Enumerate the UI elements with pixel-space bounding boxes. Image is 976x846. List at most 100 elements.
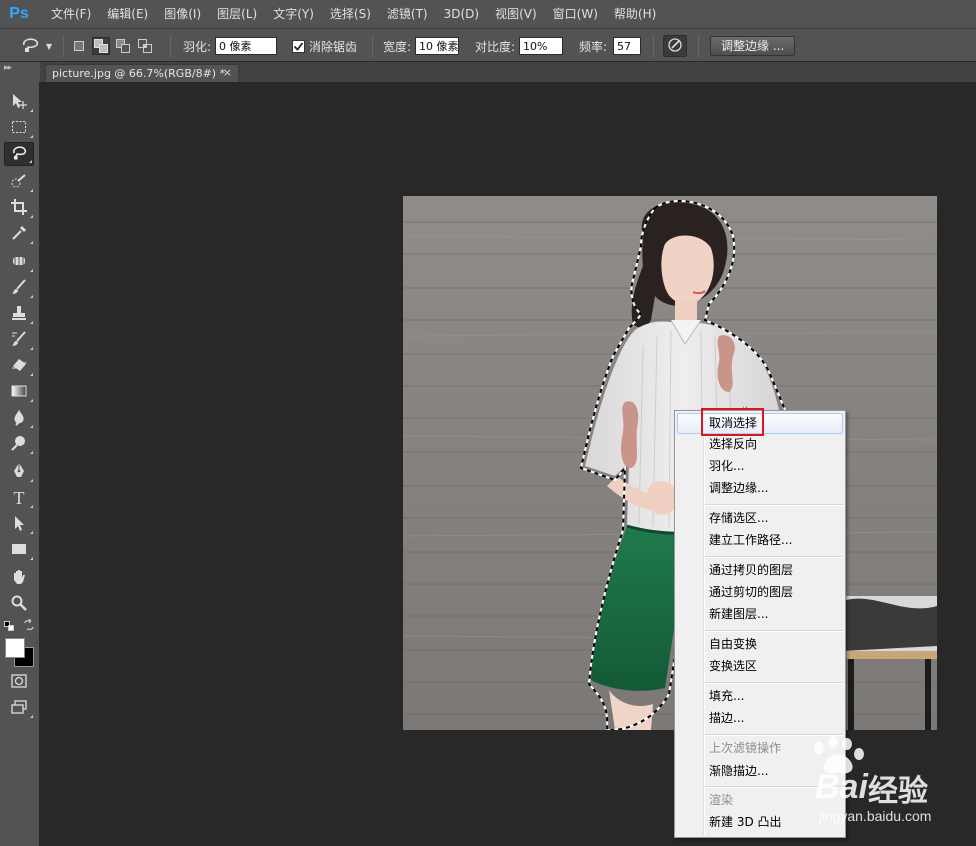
history-brush-tool[interactable] <box>4 328 34 352</box>
ctx-select-inverse[interactable]: 选择反向 <box>677 434 843 455</box>
clone-stamp-icon <box>10 304 28 325</box>
ctx-new-layer[interactable]: 新建图层... <box>677 604 843 625</box>
ctx-stroke[interactable]: 描边... <box>677 708 843 729</box>
width-input[interactable]: 10 像素 <box>415 37 460 55</box>
gradient-icon <box>10 382 28 403</box>
antialias-checkbox[interactable] <box>292 39 305 53</box>
blur-icon <box>10 408 28 429</box>
healing-tool[interactable] <box>4 250 34 274</box>
quick-mask-icon <box>10 672 28 693</box>
menu-type[interactable]: 文字(Y) <box>265 0 322 28</box>
menu-file[interactable]: 文件(F) <box>43 0 99 28</box>
tools-panel: T <box>0 82 40 846</box>
ctx-free-transform[interactable]: 自由变换 <box>677 634 843 655</box>
pen-tool[interactable] <box>4 460 34 484</box>
ctx-make-work-path[interactable]: 建立工作路径... <box>677 530 843 551</box>
antialias-label: 消除锯齿 <box>309 39 358 54</box>
watermark-url: jingyan.baidu.com <box>818 808 932 824</box>
magnetic-lasso-icon <box>20 36 42 57</box>
document-tab[interactable]: picture.jpg @ 66.7%(RGB/8#) * × <box>45 64 239 82</box>
ctx-layer-via-copy[interactable]: 通过拷贝的图层 <box>677 560 843 581</box>
add-to-selection-button[interactable] <box>92 37 110 55</box>
crop-tool[interactable] <box>4 196 34 220</box>
tablet-pressure-button[interactable] <box>663 35 687 57</box>
menu-bar: Ps 文件(F) 编辑(E) 图像(I) 图层(L) 文字(Y) 选择(S) 滤… <box>0 0 976 28</box>
menu-layer[interactable]: 图层(L) <box>209 0 265 28</box>
hand-icon <box>10 568 28 589</box>
subtract-from-selection-button[interactable] <box>114 37 132 55</box>
rectangle-shape-icon <box>10 540 28 561</box>
crop-icon <box>10 198 28 219</box>
ctx-separator <box>705 630 843 632</box>
chevron-down-icon: ▼ <box>46 41 53 51</box>
menu-filter[interactable]: 滤镜(T) <box>379 0 436 28</box>
menu-select[interactable]: 选择(S) <box>322 0 379 28</box>
dodge-icon <box>10 434 28 455</box>
marquee-tool[interactable] <box>4 116 34 140</box>
dodge-tool[interactable] <box>4 432 34 456</box>
gradient-tool[interactable] <box>4 380 34 404</box>
lasso-tool[interactable] <box>4 142 34 166</box>
ctx-refine-edge[interactable]: 调整边缘... <box>677 478 843 499</box>
document-image[interactable] <box>403 196 937 730</box>
eraser-tool[interactable] <box>4 354 34 378</box>
toolbar-collapse-grip[interactable]: ▸▸ <box>0 62 40 82</box>
ctx-transform-selection[interactable]: 变换选区 <box>677 656 843 677</box>
baidu-watermark: Bai 经验 jingyan.baidu.com <box>785 732 965 828</box>
magnetic-lasso-icon <box>10 144 28 165</box>
ctx-fill[interactable]: 填充... <box>677 686 843 707</box>
watermark-brand: Bai <box>815 768 868 806</box>
document-tab-title: picture.jpg @ 66.7%(RGB/8#) * <box>52 67 226 80</box>
history-brush-icon <box>10 330 28 351</box>
photoshop-logo: Ps <box>9 5 29 22</box>
menu-window[interactable]: 窗口(W) <box>545 0 606 28</box>
feather-input[interactable]: 0 像素 <box>215 37 278 55</box>
refine-edge-button[interactable]: 调整边缘 ... <box>710 36 796 56</box>
watermark-brand-cn: 经验 <box>868 774 928 809</box>
type-icon: T <box>13 487 25 508</box>
quick-mask-button[interactable] <box>4 670 34 694</box>
ctx-feather[interactable]: 羽化... <box>677 456 843 477</box>
document-tab-bar: ▸▸ picture.jpg @ 66.7%(RGB/8#) * × <box>0 62 976 82</box>
menu-view[interactable]: 视图(V) <box>487 0 545 28</box>
path-selection-tool[interactable] <box>4 512 34 536</box>
menu-edit[interactable]: 编辑(E) <box>99 0 156 28</box>
contrast-input[interactable]: 10% <box>519 37 564 55</box>
brush-tool[interactable] <box>4 276 34 300</box>
swap-colors-icon[interactable] <box>23 618 35 634</box>
stamp-tool[interactable] <box>4 302 34 326</box>
zoom-tool[interactable] <box>4 592 34 616</box>
ctx-separator <box>705 504 843 506</box>
foreground-color-swatch[interactable] <box>5 638 25 658</box>
eyedropper-tool[interactable] <box>4 222 34 246</box>
pen-icon <box>10 462 28 483</box>
menu-3d[interactable]: 3D(D) <box>436 0 487 28</box>
eyedropper-icon <box>10 224 28 245</box>
spot-healing-icon <box>10 252 28 273</box>
intersect-selection-button[interactable] <box>136 37 154 55</box>
screen-mode-icon <box>10 698 28 719</box>
feather-label: 羽化: <box>183 39 212 54</box>
type-tool[interactable]: T <box>4 486 34 510</box>
default-colors-icon[interactable] <box>4 620 14 634</box>
quick-selection-tool[interactable] <box>4 170 34 194</box>
close-icon[interactable]: × <box>223 66 232 79</box>
hand-tool[interactable] <box>4 566 34 590</box>
new-selection-button[interactable] <box>70 37 88 55</box>
ctx-separator <box>705 556 843 558</box>
ctx-layer-via-cut[interactable]: 通过剪切的图层 <box>677 582 843 603</box>
blur-tool[interactable] <box>4 406 34 430</box>
tool-preset-picker[interactable]: ▼ <box>20 29 52 63</box>
frequency-label: 频率: <box>579 39 608 54</box>
move-tool[interactable] <box>4 90 34 114</box>
tablet-pressure-icon <box>667 37 683 56</box>
ctx-separator <box>705 682 843 684</box>
width-label: 宽度: <box>383 39 412 54</box>
menu-help[interactable]: 帮助(H) <box>606 0 664 28</box>
screen-mode-button[interactable] <box>4 696 34 720</box>
zoom-icon <box>10 594 28 615</box>
menu-image[interactable]: 图像(I) <box>156 0 209 28</box>
frequency-input[interactable]: 57 <box>613 37 642 55</box>
shape-tool[interactable] <box>4 538 34 562</box>
ctx-save-selection[interactable]: 存储选区... <box>677 508 843 529</box>
